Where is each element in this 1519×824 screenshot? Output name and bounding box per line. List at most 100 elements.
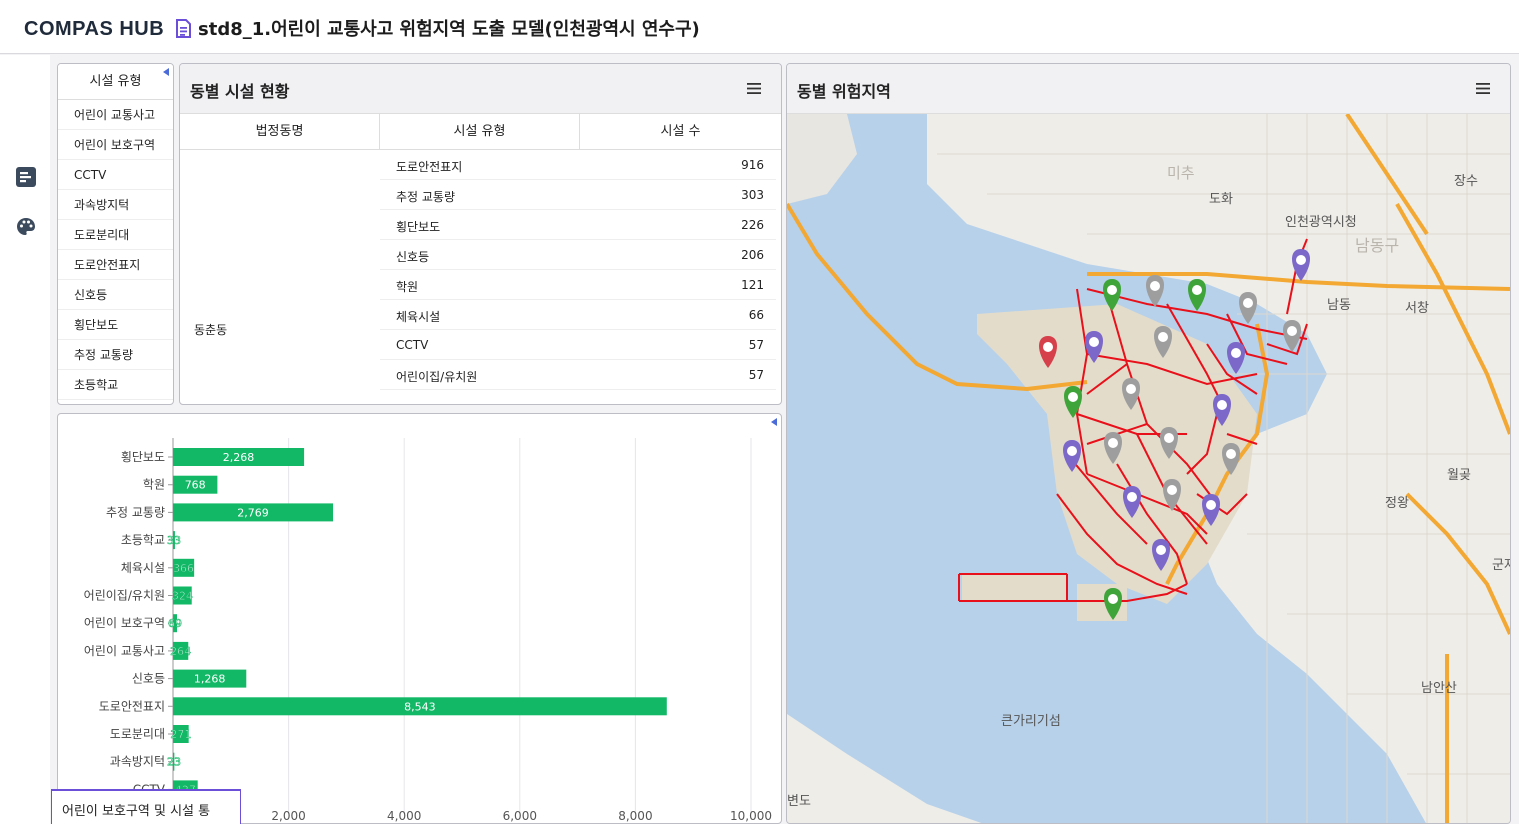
column-header[interactable]: 법정동명 bbox=[180, 114, 380, 150]
map-pin-icon[interactable] bbox=[1146, 275, 1164, 307]
filter-item[interactable]: 어린이 보호구역 bbox=[58, 130, 173, 160]
y-tick-label: 추정 교통량 bbox=[106, 505, 165, 519]
filter-header: 시설 유형 bbox=[58, 64, 173, 100]
menu-icon[interactable] bbox=[747, 83, 761, 94]
facility-type-cell: 체육시설 bbox=[396, 310, 441, 324]
y-tick-label: 어린이 교통사고 bbox=[84, 644, 165, 658]
filter-item[interactable]: 도로안전표지 bbox=[58, 250, 173, 280]
filter-item[interactable]: 도로분리대 bbox=[58, 220, 173, 250]
top-bar: COMPAS HUB std8_1.어린이 교통사고 위험지역 도출 모델(인천… bbox=[0, 0, 1519, 54]
filter-item[interactable]: 신호등 bbox=[58, 280, 173, 310]
x-tick-label: 4,000 bbox=[387, 809, 421, 823]
bar-value-label: 271 bbox=[170, 728, 191, 741]
column-header[interactable]: 시설 유형 bbox=[380, 114, 580, 150]
filter-item[interactable]: 추정 교통량 bbox=[58, 340, 173, 370]
column-header[interactable]: 시설 수 bbox=[580, 114, 781, 150]
map-pin-icon[interactable] bbox=[1188, 279, 1206, 311]
panel-title: 동별 위험지역 bbox=[797, 82, 891, 101]
facility-status-panel: 동별 시설 현황 법정동명 시설 유형 시설 수 동춘동 도로안전표지 916 추… bbox=[179, 63, 782, 405]
map-pin-icon[interactable] bbox=[1239, 292, 1257, 324]
map-label: 도화 bbox=[1209, 192, 1233, 207]
facility-type-cell: 추정 교통량 bbox=[396, 190, 456, 204]
chart-tab[interactable]: 어린이 보호구역 및 시설 통 bbox=[51, 789, 241, 824]
x-tick-label: 10,000 bbox=[730, 809, 772, 823]
bar-value-label: 264 bbox=[170, 645, 191, 658]
table-row: 횡단보도 226 bbox=[380, 210, 776, 240]
count-cell: 303 bbox=[741, 188, 764, 202]
filter-item[interactable]: CCTV bbox=[58, 160, 173, 190]
y-tick-label: 도로분리대 bbox=[110, 727, 165, 741]
filter-item[interactable]: 어린이 교통사고 bbox=[58, 100, 173, 130]
filter-item[interactable]: 횡단보도 bbox=[58, 310, 173, 340]
y-tick-label: 체육시설 bbox=[121, 561, 165, 575]
left-rail bbox=[0, 55, 50, 824]
facility-type-cell: CCTV bbox=[396, 338, 429, 352]
map-label: 변도 bbox=[787, 794, 811, 809]
bar-value-label: 2,268 bbox=[223, 451, 255, 464]
y-tick-label: 도로안전표지 bbox=[99, 699, 165, 713]
app-logo[interactable]: COMPAS HUB bbox=[24, 18, 164, 41]
table-row: 어린이집/유치원 57 bbox=[380, 360, 776, 390]
table-header: 법정동명 시설 유형 시설 수 bbox=[180, 114, 781, 150]
y-tick-label: 초등학교 bbox=[121, 533, 165, 547]
map-svg[interactable] bbox=[787, 114, 1510, 824]
x-tick-label: 6,000 bbox=[503, 809, 537, 823]
reclaimed-land bbox=[962, 574, 1067, 601]
count-cell: 57 bbox=[748, 368, 764, 382]
map-label: 월곶 bbox=[1447, 468, 1471, 483]
filter-item[interactable]: 과속방지턱 bbox=[58, 190, 173, 220]
table-row: CCTV 57 bbox=[380, 330, 776, 360]
map-label: 남동구 bbox=[1355, 236, 1400, 255]
table-row: 체육시설 66 bbox=[380, 300, 776, 330]
count-cell: 57 bbox=[748, 338, 764, 352]
panel-header: 동별 시설 현황 bbox=[180, 64, 781, 114]
map-label: 남안산 bbox=[1421, 681, 1457, 696]
report-icon[interactable] bbox=[15, 166, 37, 188]
map-label: 큰가리기섬 bbox=[1001, 714, 1061, 729]
bar-value-label: 324 bbox=[172, 590, 193, 603]
map-label: 남동 bbox=[1327, 298, 1351, 313]
bar-value-label: 8,543 bbox=[404, 700, 436, 713]
page-title: std8_1.어린이 교통사고 위험지역 도출 모델(인천광역시 연수구) bbox=[198, 19, 700, 40]
collapse-arrow-icon[interactable] bbox=[163, 68, 169, 76]
map-label: 군자 bbox=[1492, 558, 1510, 573]
bar-value-label: 366 bbox=[173, 562, 194, 575]
panel-title: 동별 시설 현황 bbox=[190, 82, 290, 101]
x-tick-label: 8,000 bbox=[618, 809, 652, 823]
facility-bar-chart: 2,000 4,000 6,000 8,000 10,000 횡단보도 2,268 학원 768… bbox=[84, 438, 772, 823]
facility-type-cell: 어린이집/유치원 bbox=[396, 370, 478, 384]
count-cell: 226 bbox=[741, 218, 764, 232]
facility-type-cell: 신호등 bbox=[396, 250, 430, 264]
bar-value-label: 23 bbox=[167, 756, 181, 769]
y-tick-label: 어린이집/유치원 bbox=[84, 589, 165, 603]
count-cell: 206 bbox=[741, 248, 764, 262]
facility-type-cell: 학원 bbox=[396, 280, 419, 294]
count-cell: 66 bbox=[748, 308, 764, 322]
document-icon bbox=[176, 19, 191, 38]
dong-name-cell: 동춘동 bbox=[194, 323, 228, 337]
map-label: 미추 bbox=[1167, 164, 1195, 182]
count-cell: 121 bbox=[741, 278, 764, 292]
facility-type-cell: 도로안전표지 bbox=[396, 160, 463, 174]
count-cell: 916 bbox=[741, 158, 764, 172]
map-label: 서창 bbox=[1405, 301, 1429, 316]
panel-header: 동별 위험지역 bbox=[787, 64, 1510, 114]
bar-value-label: 1,268 bbox=[194, 673, 226, 686]
facility-type-filter: 시설 유형 어린이 교통사고 어린이 보호구역 CCTV 과속방지턱 도로분리대… bbox=[57, 63, 174, 405]
palette-icon[interactable] bbox=[15, 216, 37, 238]
south-island bbox=[787, 714, 982, 823]
table-row: 추정 교통량 303 bbox=[380, 180, 776, 210]
menu-icon[interactable] bbox=[1476, 83, 1490, 94]
y-tick-label: 횡단보도 bbox=[121, 450, 165, 464]
table-row: 학원 121 bbox=[380, 270, 776, 300]
facility-type-cell: 횡단보도 bbox=[396, 220, 441, 234]
map-label: 인천광역시청 bbox=[1285, 215, 1357, 230]
filter-item[interactable]: 초등학교 bbox=[58, 370, 173, 400]
bar-value-label: 768 bbox=[185, 479, 206, 492]
map-canvas[interactable]: 도화 미추 인천광역시청 남동구 남동 서창 장수 월곶 정왕 남안산 큰가리기… bbox=[787, 114, 1510, 824]
table-row: 신호등 206 bbox=[380, 240, 776, 270]
map-label: 장수 bbox=[1454, 174, 1478, 189]
risk-map-panel: 동별 위험지역 도화 미추 인천광역시청 남동구 남동 서창 장수 월곶 정왕 … bbox=[786, 63, 1511, 824]
table-row: 도로안전표지 916 bbox=[380, 150, 776, 180]
map-pin-icon[interactable] bbox=[1227, 342, 1245, 374]
